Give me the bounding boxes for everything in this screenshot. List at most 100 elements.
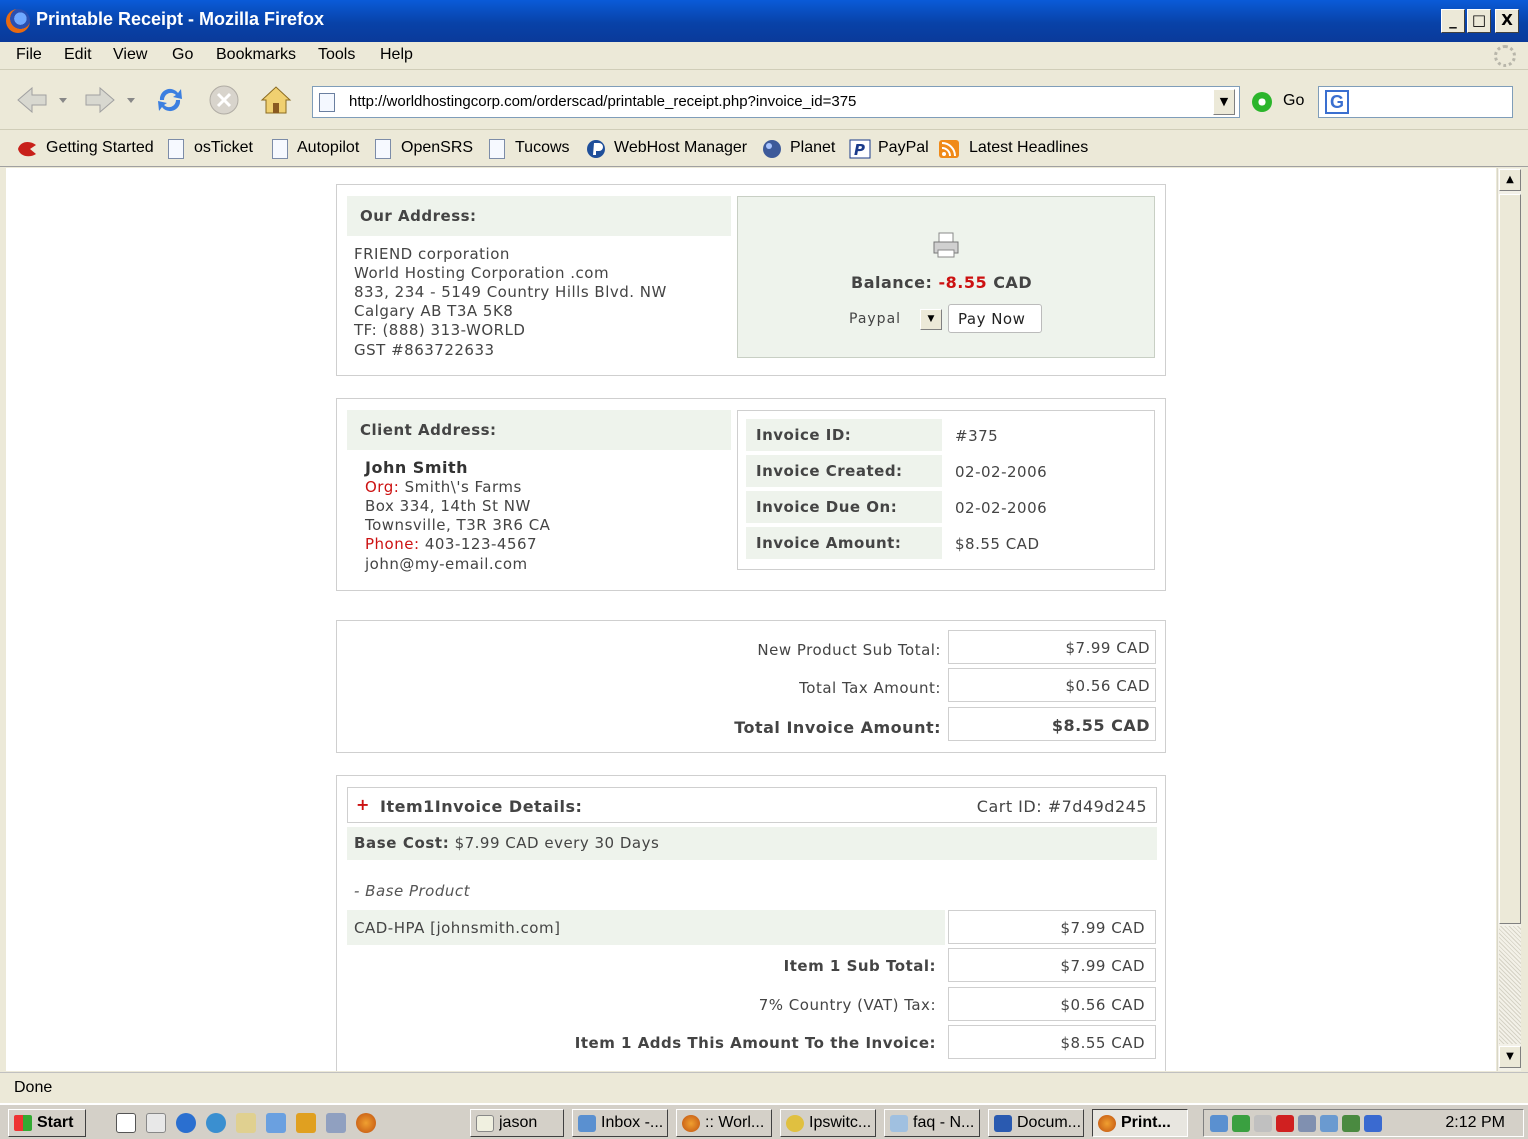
scrollbar-track[interactable] — [1499, 926, 1521, 1044]
firefox-quicklaunch-icon[interactable] — [356, 1113, 376, 1133]
item-row-label: Item 1 Adds This Amount To the Invoice: — [574, 1034, 936, 1052]
page-icon — [319, 93, 335, 112]
url-dropdown-icon[interactable]: ▼ — [1213, 89, 1235, 115]
item-row-value-cell: $7.99 CAD — [948, 948, 1156, 982]
bookmark-tucows[interactable]: Tucows — [515, 139, 570, 157]
totals-label: New Product Sub Total: — [757, 641, 941, 659]
scroll-up-icon[interactable]: ▲ — [1499, 169, 1521, 191]
product-row: CAD-HPA [johnsmith.com] — [347, 910, 945, 945]
taskbar-item-faq[interactable]: faq - N... — [884, 1109, 980, 1137]
start-button[interactable]: Start — [8, 1109, 86, 1137]
bookmark-latest-headlines[interactable]: Latest Headlines — [969, 139, 1088, 157]
client-email: john@my-email.com — [365, 555, 528, 573]
pay-now-button[interactable]: Pay Now — [948, 304, 1042, 333]
firefox-icon — [6, 9, 30, 33]
item-heading: Item1Invoice Details: — [380, 797, 583, 816]
stop-icon[interactable] — [206, 82, 242, 118]
taskbar-item-ipswitch[interactable]: Ipswitc... — [780, 1109, 876, 1137]
network-tray-icon[interactable] — [1210, 1115, 1228, 1132]
menu-tools[interactable]: Tools — [318, 46, 355, 64]
clock: 2:12 PM — [1445, 1114, 1505, 1131]
search-input[interactable]: G — [1318, 86, 1513, 118]
device-tray-icon[interactable] — [1320, 1115, 1338, 1132]
forward-dropdown-icon[interactable] — [124, 82, 138, 118]
media-player-icon[interactable] — [296, 1113, 316, 1133]
firefox-icon — [682, 1115, 700, 1132]
url-text[interactable]: http://worldhostingcorp.com/orderscad/pr… — [349, 93, 856, 110]
balance-currency: CAD — [993, 273, 1033, 292]
invoice-value: 02-02-2006 — [955, 463, 1048, 481]
search-icon[interactable] — [236, 1113, 256, 1133]
payment-method-select[interactable]: Paypal — [849, 311, 901, 327]
google-search-icon[interactable]: G — [1325, 90, 1349, 114]
menu-go[interactable]: Go — [172, 46, 193, 64]
menu-bookmarks[interactable]: Bookmarks — [216, 46, 296, 64]
task-label: Print... — [1121, 1114, 1171, 1131]
menu-edit[interactable]: Edit — [64, 46, 92, 64]
updates-tray-icon[interactable] — [1232, 1115, 1250, 1132]
menu-help[interactable]: Help — [380, 46, 413, 64]
bookmark-getting-started[interactable]: Getting Started — [46, 139, 154, 157]
svg-text:P: P — [854, 141, 865, 159]
taskbar-item-jason[interactable]: jason — [470, 1109, 564, 1137]
windows-flag-icon — [14, 1115, 32, 1131]
scroll-down-icon[interactable]: ▼ — [1499, 1046, 1521, 1068]
bookmark-opensrs[interactable]: OpenSRS — [401, 139, 473, 157]
totals-value: $7.99 CAD — [1065, 639, 1150, 657]
taskbar-item-print[interactable]: Print... — [1092, 1109, 1188, 1137]
invoice-value: 02-02-2006 — [955, 499, 1048, 517]
internet-explorer-icon[interactable] — [176, 1113, 196, 1133]
bookmark-paypal[interactable]: PayPal — [878, 139, 929, 157]
vertical-scrollbar[interactable]: ▲ ▼ — [1497, 168, 1521, 1071]
maximize-button[interactable]: □ — [1467, 9, 1491, 33]
menu-view[interactable]: View — [113, 46, 147, 64]
mail-icon[interactable] — [146, 1113, 166, 1133]
ati-tray-icon[interactable] — [1276, 1115, 1294, 1132]
totals-value-cell: $8.55 CAD — [948, 707, 1156, 741]
firefox-icon — [1098, 1115, 1116, 1132]
client-phone: Phone: 403-123-4567 — [365, 535, 537, 553]
totals-label: Total Tax Amount: — [799, 679, 941, 697]
url-bar[interactable]: http://worldhostingcorp.com/orderscad/pr… — [312, 86, 1240, 118]
reload-icon[interactable] — [152, 82, 188, 118]
home-icon[interactable] — [258, 82, 294, 118]
window-title: Printable Receipt - Mozilla Firefox — [36, 9, 325, 29]
volume-tray-icon[interactable] — [1254, 1115, 1272, 1132]
invoice-label: Invoice Created: — [756, 462, 903, 480]
item-row-value-cell: $8.55 CAD — [948, 1025, 1156, 1059]
bookmark-autopilot[interactable]: Autopilot — [297, 139, 359, 157]
payment-dropdown-icon[interactable]: ▼ — [920, 309, 942, 330]
printer-icon[interactable] — [931, 230, 961, 260]
connection-tray-icon[interactable] — [1364, 1115, 1382, 1132]
go-icon[interactable] — [1252, 92, 1272, 112]
scrollbar-thumb[interactable] — [1499, 194, 1521, 924]
monitor-tray-icon[interactable] — [1298, 1115, 1316, 1132]
system-tray: 2:12 PM — [1203, 1109, 1524, 1137]
go-button[interactable]: Go — [1283, 92, 1304, 110]
client-address-header: Client Address: — [347, 410, 731, 450]
expand-icon[interactable]: + — [356, 795, 370, 814]
taskbar-item-inbox[interactable]: Inbox -... — [572, 1109, 668, 1137]
client-address-heading: Client Address: — [360, 421, 497, 439]
bookmark-planet[interactable]: Planet — [790, 139, 835, 157]
client-name: John Smith — [365, 458, 469, 477]
folder-icon — [476, 1115, 494, 1132]
close-button[interactable]: X — [1495, 9, 1519, 33]
bookmark-webhost-manager[interactable]: WebHost Manager — [614, 139, 747, 157]
network-icon[interactable] — [206, 1113, 226, 1133]
back-icon[interactable] — [14, 82, 50, 118]
cpanel-icon — [587, 140, 605, 158]
invoice-label: Invoice Due On: — [756, 498, 898, 516]
taskbar-item-document[interactable]: Docum... — [988, 1109, 1084, 1137]
show-desktop-icon[interactable] — [116, 1113, 136, 1133]
back-dropdown-icon[interactable] — [56, 82, 70, 118]
bookmark-osticket[interactable]: osTicket — [194, 139, 253, 157]
minimize-button[interactable]: _ — [1441, 9, 1465, 33]
taskbar-item-world[interactable]: :: Worl... — [676, 1109, 772, 1137]
messenger-icon[interactable] — [266, 1113, 286, 1133]
forward-icon[interactable] — [82, 82, 118, 118]
org-value: Smith\'s Farms — [404, 478, 522, 496]
menu-file[interactable]: File — [16, 46, 42, 64]
app-tray-icon[interactable] — [1342, 1115, 1360, 1132]
calculator-icon[interactable] — [326, 1113, 346, 1133]
